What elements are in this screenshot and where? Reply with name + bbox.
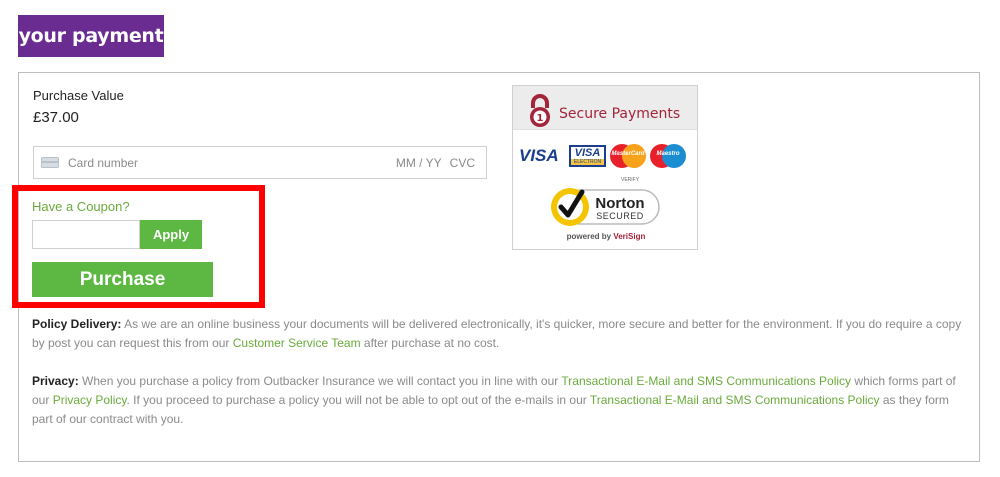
verisign-label: VeriSign xyxy=(613,232,646,241)
mastercard-logo: MasterCard xyxy=(610,144,646,168)
apply-coupon-button[interactable]: Apply xyxy=(140,220,202,249)
secure-payments-header: 1 Secure Payments xyxy=(513,86,697,130)
policy-text-block: Policy Delivery: As we are an online bus… xyxy=(32,315,962,429)
policy-delivery-heading: Policy Delivery: xyxy=(32,317,122,331)
secure-payments-title: Secure Payments xyxy=(559,106,681,122)
powered-by-label: powered by xyxy=(566,232,612,241)
coupon-link[interactable]: Have a Coupon? xyxy=(32,199,130,214)
policy-delivery-text-2: after purchase at no cost. xyxy=(360,336,500,350)
norton-secured-logo: Norton SECURED xyxy=(551,188,660,226)
purchase-value-label: Purchase Value xyxy=(33,88,124,103)
card-number-placeholder: Card number xyxy=(68,155,139,170)
card-number-field[interactable]: Card number MM / YY CVC xyxy=(33,146,487,179)
mastercard-label: MasterCard xyxy=(611,151,645,157)
policy-delivery-paragraph: Policy Delivery: As we are an online bus… xyxy=(32,315,962,353)
purchase-button[interactable]: Purchase xyxy=(32,262,213,297)
maestro-label: Maestro xyxy=(656,151,680,157)
visa-electron-sub-text: ELECTRON xyxy=(571,158,604,165)
privacy-heading: Privacy: xyxy=(32,374,79,388)
visa-electron-main-text: VISA xyxy=(574,146,601,159)
visa-electron-logo: VISA ELECTRON xyxy=(569,145,606,167)
purchase-value-amount: £37.00 xyxy=(33,109,79,126)
communications-policy-link-2[interactable]: Transactional E-Mail and SMS Communicati… xyxy=(590,393,880,407)
powered-by-verisign: powered by VeriSign xyxy=(513,232,699,241)
norton-name: Norton xyxy=(595,195,644,212)
coupon-input[interactable] xyxy=(32,220,140,249)
credit-card-icon xyxy=(41,157,59,168)
visa-logo: VISA xyxy=(519,146,559,165)
card-brand-logos: VISA VISA ELECTRON MasterCard Maestro xyxy=(519,144,686,168)
customer-service-link[interactable]: Customer Service Team xyxy=(233,336,361,350)
norton-verify-label: VERIFY xyxy=(621,177,640,183)
privacy-text-1: When you purchase a policy from Outbacke… xyxy=(78,374,562,388)
card-cvc-placeholder: CVC xyxy=(449,155,475,170)
page-title: your payment xyxy=(18,15,164,57)
secure-payments-badge: 1 Secure Payments VISA VISA ELECTRON Mas… xyxy=(512,85,698,250)
padlock-icon: 1 xyxy=(530,94,550,127)
svg-text:1: 1 xyxy=(537,113,544,124)
maestro-logo: Maestro xyxy=(650,144,686,168)
privacy-text-3: . If you proceed to purchase a policy yo… xyxy=(126,393,590,407)
norton-secured-text: SECURED xyxy=(596,211,644,221)
privacy-policy-link[interactable]: Privacy Policy xyxy=(53,393,127,407)
privacy-paragraph: Privacy: When you purchase a policy from… xyxy=(32,372,962,429)
card-expiry-placeholder: MM / YY xyxy=(395,155,442,170)
communications-policy-link[interactable]: Transactional E-Mail and SMS Communicati… xyxy=(561,374,851,388)
